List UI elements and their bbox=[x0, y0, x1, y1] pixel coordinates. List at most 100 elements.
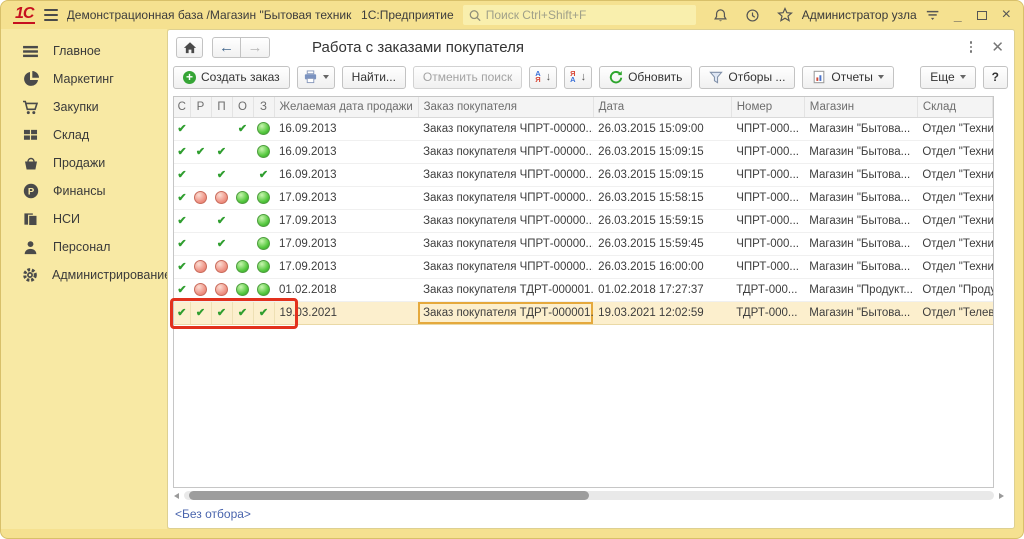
status-cell[interactable]: ✔ bbox=[190, 301, 211, 324]
status-column-header[interactable]: О bbox=[232, 97, 253, 117]
sidebar-item-marketing[interactable]: Маркетинг bbox=[1, 65, 167, 93]
shop-cell[interactable]: Магазин "Бытова... bbox=[804, 209, 917, 232]
status-cell[interactable] bbox=[253, 186, 274, 209]
sidebar-item-home[interactable]: Главное bbox=[1, 37, 167, 65]
shop-cell[interactable]: Магазин "Бытова... bbox=[804, 301, 917, 324]
warehouse-cell[interactable]: Отдел "Техника д bbox=[917, 255, 992, 278]
status-cell[interactable] bbox=[211, 255, 232, 278]
current-user[interactable]: Администратор узла bbox=[802, 8, 917, 22]
shop-cell[interactable]: Магазин "Бытова... bbox=[804, 117, 917, 140]
status-cell[interactable] bbox=[232, 140, 253, 163]
home-button[interactable] bbox=[176, 37, 203, 58]
date-cell[interactable]: 26.03.2015 15:09:15 bbox=[593, 140, 731, 163]
sidebar-item-sales[interactable]: Продажи bbox=[1, 149, 167, 177]
order-cell[interactable]: Заказ покупателя ТДРТ-000001... bbox=[418, 301, 593, 324]
order-cell[interactable]: Заказ покупателя ЧПРТ-00000... bbox=[418, 232, 593, 255]
status-cell[interactable] bbox=[232, 163, 253, 186]
status-cell[interactable]: ✔ bbox=[253, 301, 274, 324]
table-row[interactable]: ✔✔16.09.2013Заказ покупателя ЧПРТ-00000.… bbox=[174, 117, 993, 140]
shop-cell[interactable]: Магазин "Бытова... bbox=[804, 163, 917, 186]
warehouse-cell[interactable]: Отдел "Техника д bbox=[917, 209, 992, 232]
table-row[interactable]: ✔17.09.2013Заказ покупателя ЧПРТ-00000..… bbox=[174, 255, 993, 278]
status-cell[interactable] bbox=[190, 163, 211, 186]
date-cell[interactable]: 01.02.2018 17:27:37 bbox=[593, 278, 731, 301]
scroll-right-arrow-icon[interactable] bbox=[999, 493, 1004, 499]
sort-descending-button[interactable]: ЯА ↓ bbox=[564, 66, 592, 89]
status-cell[interactable]: ✔ bbox=[253, 163, 274, 186]
status-cell[interactable]: ✔ bbox=[174, 140, 190, 163]
status-cell[interactable] bbox=[253, 209, 274, 232]
shop-cell[interactable]: Магазин "Бытова... bbox=[804, 255, 917, 278]
number-cell[interactable]: ЧПРТ-000... bbox=[731, 117, 804, 140]
date-cell[interactable]: 19.03.2021 12:02:59 bbox=[593, 301, 731, 324]
number-cell[interactable]: ТДРТ-000... bbox=[731, 301, 804, 324]
desired-date-cell[interactable]: 16.09.2013 bbox=[274, 163, 418, 186]
forward-button[interactable]: → bbox=[241, 37, 270, 58]
desired-date-cell[interactable]: 17.09.2013 bbox=[274, 232, 418, 255]
desired-date-cell[interactable]: 16.09.2013 bbox=[274, 140, 418, 163]
status-cell[interactable] bbox=[190, 186, 211, 209]
order-cell[interactable]: Заказ покупателя ЧПРТ-00000... bbox=[418, 117, 593, 140]
status-column-header[interactable]: Р bbox=[190, 97, 211, 117]
warehouse-cell[interactable]: Отдел "Телевизо bbox=[917, 301, 992, 324]
status-column-header[interactable]: П bbox=[211, 97, 232, 117]
global-search[interactable] bbox=[463, 5, 696, 25]
number-cell[interactable]: ТДРТ-000... bbox=[731, 278, 804, 301]
form-menu-icon[interactable] bbox=[968, 39, 975, 55]
reports-button[interactable]: Отчеты bbox=[802, 66, 893, 89]
scrollbar-track[interactable] bbox=[184, 491, 994, 500]
status-cell[interactable] bbox=[253, 232, 274, 255]
status-cell[interactable] bbox=[253, 117, 274, 140]
number-cell[interactable]: ЧПРТ-000... bbox=[731, 209, 804, 232]
desired-date-cell[interactable]: 17.09.2013 bbox=[274, 186, 418, 209]
column-header[interactable]: Желаемая дата продажи bbox=[274, 97, 418, 117]
warehouse-cell[interactable]: Отдел "Техника д bbox=[917, 186, 992, 209]
filter-status-link[interactable]: <Без отбора> bbox=[175, 507, 251, 521]
table-row[interactable]: ✔✔✔✔✔19.03.2021Заказ покупателя ТДРТ-000… bbox=[174, 301, 993, 324]
horizontal-scrollbar[interactable] bbox=[174, 491, 1004, 501]
warehouse-cell[interactable]: Отдел "Продукты bbox=[917, 278, 992, 301]
status-column-header[interactable]: З bbox=[253, 97, 274, 117]
column-header[interactable]: Магазин bbox=[804, 97, 917, 117]
table-row[interactable]: ✔ 17.09.2013Заказ покупателя ЧПРТ-00000..… bbox=[174, 186, 993, 209]
shop-cell[interactable]: Магазин "Продукт... bbox=[804, 278, 917, 301]
status-cell[interactable] bbox=[190, 255, 211, 278]
status-cell[interactable]: ✔ bbox=[174, 163, 190, 186]
status-cell[interactable]: ✔ bbox=[232, 117, 253, 140]
connection-status-icon[interactable] bbox=[926, 8, 939, 22]
status-cell[interactable]: ✔ bbox=[174, 186, 190, 209]
date-cell[interactable]: 26.03.2015 16:00:00 bbox=[593, 255, 731, 278]
status-cell[interactable]: ✔ bbox=[174, 232, 190, 255]
desired-date-cell[interactable]: 17.09.2013 bbox=[274, 209, 418, 232]
date-cell[interactable]: 26.03.2015 15:09:00 bbox=[593, 117, 731, 140]
status-cell[interactable] bbox=[190, 278, 211, 301]
desired-date-cell[interactable]: 19.03.2021 bbox=[274, 301, 418, 324]
warehouse-cell[interactable]: Отдел "Техника д bbox=[917, 163, 992, 186]
status-cell[interactable] bbox=[232, 232, 253, 255]
status-cell[interactable]: ✔ bbox=[190, 140, 211, 163]
status-cell[interactable]: ✔ bbox=[174, 278, 190, 301]
column-header[interactable]: Склад bbox=[917, 97, 992, 117]
filters-button[interactable]: Отборы ... bbox=[699, 66, 795, 89]
date-cell[interactable]: 26.03.2015 15:59:45 bbox=[593, 232, 731, 255]
order-cell[interactable]: Заказ покупателя ЧПРТ-00000... bbox=[418, 163, 593, 186]
sidebar-item-purchases[interactable]: Закупки bbox=[1, 93, 167, 121]
close-window-button[interactable]: × bbox=[1002, 7, 1011, 23]
desired-date-cell[interactable]: 01.02.2018 bbox=[274, 278, 418, 301]
create-order-button[interactable]: + Создать заказ bbox=[173, 66, 290, 89]
number-cell[interactable]: ЧПРТ-000... bbox=[731, 255, 804, 278]
status-cell[interactable] bbox=[211, 117, 232, 140]
status-cell[interactable]: ✔ bbox=[232, 301, 253, 324]
sidebar-item-nsi[interactable]: НСИ bbox=[1, 205, 167, 233]
status-cell[interactable]: ✔ bbox=[211, 163, 232, 186]
date-cell[interactable]: 26.03.2015 15:09:15 bbox=[593, 163, 731, 186]
order-cell[interactable]: Заказ покупателя ЧПРТ-00000... bbox=[418, 186, 593, 209]
refresh-button[interactable]: Обновить bbox=[599, 66, 692, 89]
status-cell[interactable] bbox=[232, 255, 253, 278]
status-cell[interactable] bbox=[190, 117, 211, 140]
status-cell[interactable] bbox=[253, 255, 274, 278]
order-cell[interactable]: Заказ покупателя ЧПРТ-00000... bbox=[418, 255, 593, 278]
notifications-bell-icon[interactable] bbox=[713, 8, 728, 23]
warehouse-cell[interactable]: Отдел "Техника д bbox=[917, 140, 992, 163]
status-cell[interactable] bbox=[253, 140, 274, 163]
